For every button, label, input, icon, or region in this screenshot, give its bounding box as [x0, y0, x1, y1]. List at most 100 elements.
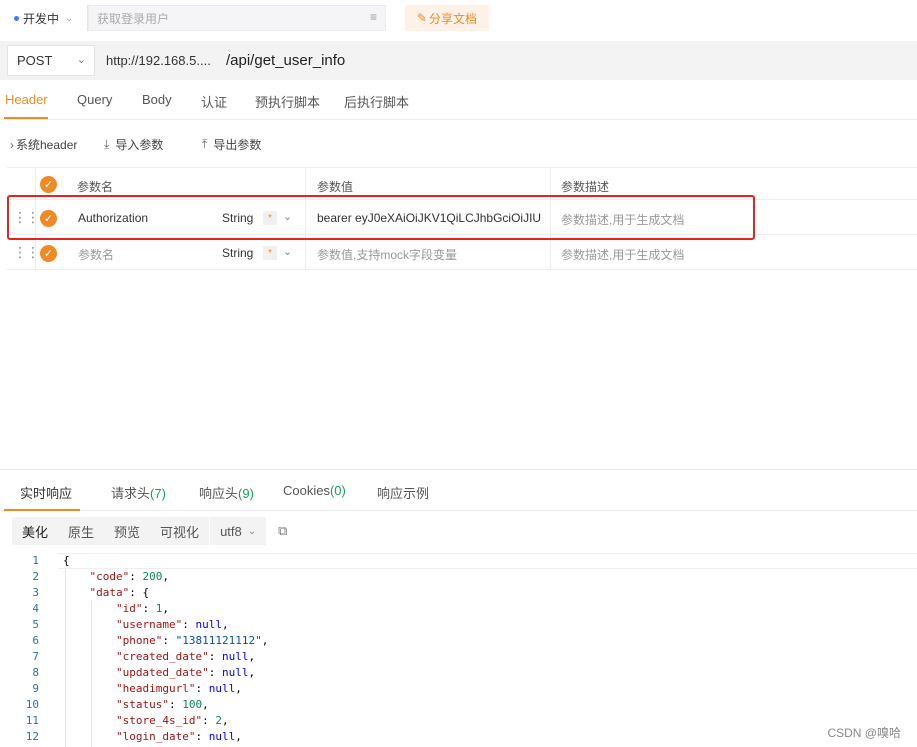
tab-response-example[interactable]: 响应示例 [377, 483, 429, 502]
environment-label: 开发中 [23, 11, 60, 26]
chevron-down-icon: ⌄ [76, 54, 86, 66]
chevron-right-icon: › [10, 137, 14, 152]
column-header-desc: 参数描述 [561, 180, 610, 194]
method-select[interactable]: POST ⌄ [7, 45, 95, 76]
table-row: ⋮⋮ ✓ 参数名 String * ⌄ 参数值,支持mock字段变量 参数描述,… [7, 235, 917, 270]
param-value-field[interactable]: 参数值,支持mock字段变量 [317, 246, 457, 263]
tab-query[interactable]: Query [77, 92, 112, 107]
format-visual-button[interactable]: 可视化 [150, 517, 210, 545]
import-params-label: 导入参数 [115, 138, 164, 152]
share-doc-button[interactable]: ✎ 分享文档 [405, 5, 489, 31]
export-icon: ⤒ [202, 137, 208, 151]
code-line: 9 "headimgurl": null, [0, 681, 917, 697]
tab-header[interactable]: Header [5, 92, 48, 107]
tab-label: 实时响应 [20, 486, 73, 501]
url-path-input[interactable]: /api/get_user_info [226, 52, 345, 69]
tab-live-response[interactable]: 实时响应 [20, 483, 72, 502]
code-line: 12 "login_date": null, [0, 729, 917, 745]
login-user-placeholder: 获取登录用户 [97, 11, 170, 26]
code-line: 5 "username": null, [0, 617, 917, 633]
chevron-down-icon[interactable]: ⌄ [283, 245, 292, 258]
code-line: 2 "code": 200, [0, 569, 917, 585]
tab-body[interactable]: Body [142, 92, 172, 107]
tab-request-headers[interactable]: 请求头(7) [111, 483, 166, 502]
line-number: 1 [32, 554, 39, 567]
system-header-toggle[interactable]: › 系统header [10, 136, 77, 153]
format-raw-button[interactable]: 原生 [58, 517, 105, 545]
param-name-field[interactable]: 参数名 [78, 246, 114, 263]
line-number: 3 [32, 586, 39, 599]
line-number: 2 [32, 570, 39, 583]
code-text: "phone": "13811121112", [115, 634, 269, 647]
code-line: 11 "store_4s_id": 2, [0, 713, 917, 729]
response-code-viewer[interactable]: 1{2 "code": 200, 3 "data": {4 "id": 1, 5 "… [0, 553, 917, 747]
header-sub-toolbar: › 系统header ⤓ 导入参数 ⤒ 导出参数 [0, 126, 917, 162]
tab-post-script[interactable]: 后执行脚本 [344, 92, 409, 111]
code-text: "store_4s_id": 2, [115, 714, 229, 727]
login-user-input[interactable]: 获取登录用户 ≡ [88, 5, 386, 31]
line-number: 5 [32, 618, 39, 631]
format-preview-button[interactable]: 预览 [104, 517, 151, 545]
export-params-button[interactable]: ⤒ 导出参数 [202, 136, 261, 153]
url-host[interactable]: http://192.168.5.... [106, 53, 211, 68]
import-icon: ⤓ [104, 137, 110, 151]
select-all-check-icon[interactable]: ✓ [40, 176, 57, 193]
code-text: "id": 1, [115, 602, 169, 615]
active-tab-indicator [4, 117, 48, 119]
response-tabs: 实时响应 请求头(7) 响应头(9) Cookies(0) 响应示例 [0, 469, 917, 511]
code-text: "login_date": null, [115, 730, 242, 743]
check-icon[interactable]: ✓ [40, 245, 57, 262]
tab-cookies[interactable]: Cookies(0) [283, 483, 346, 498]
chevron-down-icon: ⌄ [247, 525, 257, 537]
active-tab-indicator [4, 509, 80, 511]
line-number: 7 [32, 650, 39, 663]
code-line: 6 "phone": "13811121112", [0, 633, 917, 649]
watermark: CSDN @嗅哈 [827, 726, 901, 740]
code-text: "username": null, [115, 618, 229, 631]
line-number: 6 [32, 634, 39, 647]
system-header-label: 系统header [16, 138, 78, 152]
encoding-select[interactable]: utf8 ⌄ [209, 517, 267, 545]
export-params-label: 导出参数 [213, 138, 262, 152]
tab-pre-script[interactable]: 预执行脚本 [255, 92, 320, 111]
top-toolbar: 开发中 ⌄ 获取登录用户 ≡ ✎ 分享文档 [0, 0, 917, 36]
param-type-select[interactable]: String [222, 246, 253, 260]
param-desc-field[interactable]: 参数描述,用于生成文档 [561, 246, 684, 263]
column-divider [305, 235, 306, 269]
method-label: POST [17, 53, 53, 68]
line-number: 4 [32, 602, 39, 615]
code-line: 4 "id": 1, [0, 601, 917, 617]
format-bar: 美化 原生 预览 可视化 utf8 ⌄ ⧉ [12, 517, 287, 545]
environment-select[interactable]: 开发中 ⌄ [8, 5, 88, 31]
tab-count-badge: (7) [150, 486, 166, 501]
list-icon[interactable]: ≡ [370, 10, 377, 24]
copy-icon[interactable]: ⧉ [278, 523, 287, 539]
request-tabs: Header Query Body 认证 预执行脚本 后执行脚本 [0, 80, 917, 120]
code-line: 10 "status": 100, [0, 697, 917, 713]
line-number: 11 [25, 714, 39, 727]
code-text: "headimgurl": null, [115, 682, 242, 695]
column-header-value: 参数值 [317, 180, 354, 194]
required-toggle[interactable]: * [263, 246, 277, 260]
code-text: { [63, 554, 70, 567]
tab-count-badge: (9) [238, 486, 254, 501]
code-text: "status": 100, [115, 698, 209, 711]
code-line: 7 "created_date": null, [0, 649, 917, 665]
tab-label: 响应示例 [377, 486, 430, 501]
column-divider [550, 235, 551, 269]
format-pretty-button[interactable]: 美化 [12, 517, 59, 545]
line-number: 10 [25, 698, 39, 711]
column-divider [35, 235, 36, 269]
line-number: 8 [32, 666, 39, 679]
code-line: 8 "updated_date": null, [0, 665, 917, 681]
env-status-dot-icon [14, 15, 19, 21]
url-bar: POST ⌄ http://192.168.5.... /api/get_use… [0, 41, 917, 80]
import-params-button[interactable]: ⤓ 导入参数 [104, 136, 163, 153]
encoding-label: utf8 [220, 523, 242, 539]
tab-response-headers[interactable]: 响应头(9) [199, 483, 254, 502]
tab-label: 请求头 [111, 486, 151, 501]
tab-count-badge: (0) [329, 483, 346, 498]
tab-auth[interactable]: 认证 [201, 92, 227, 111]
code-line: 3 "data": { [0, 585, 917, 601]
code-text: "updated_date": null, [115, 666, 256, 679]
